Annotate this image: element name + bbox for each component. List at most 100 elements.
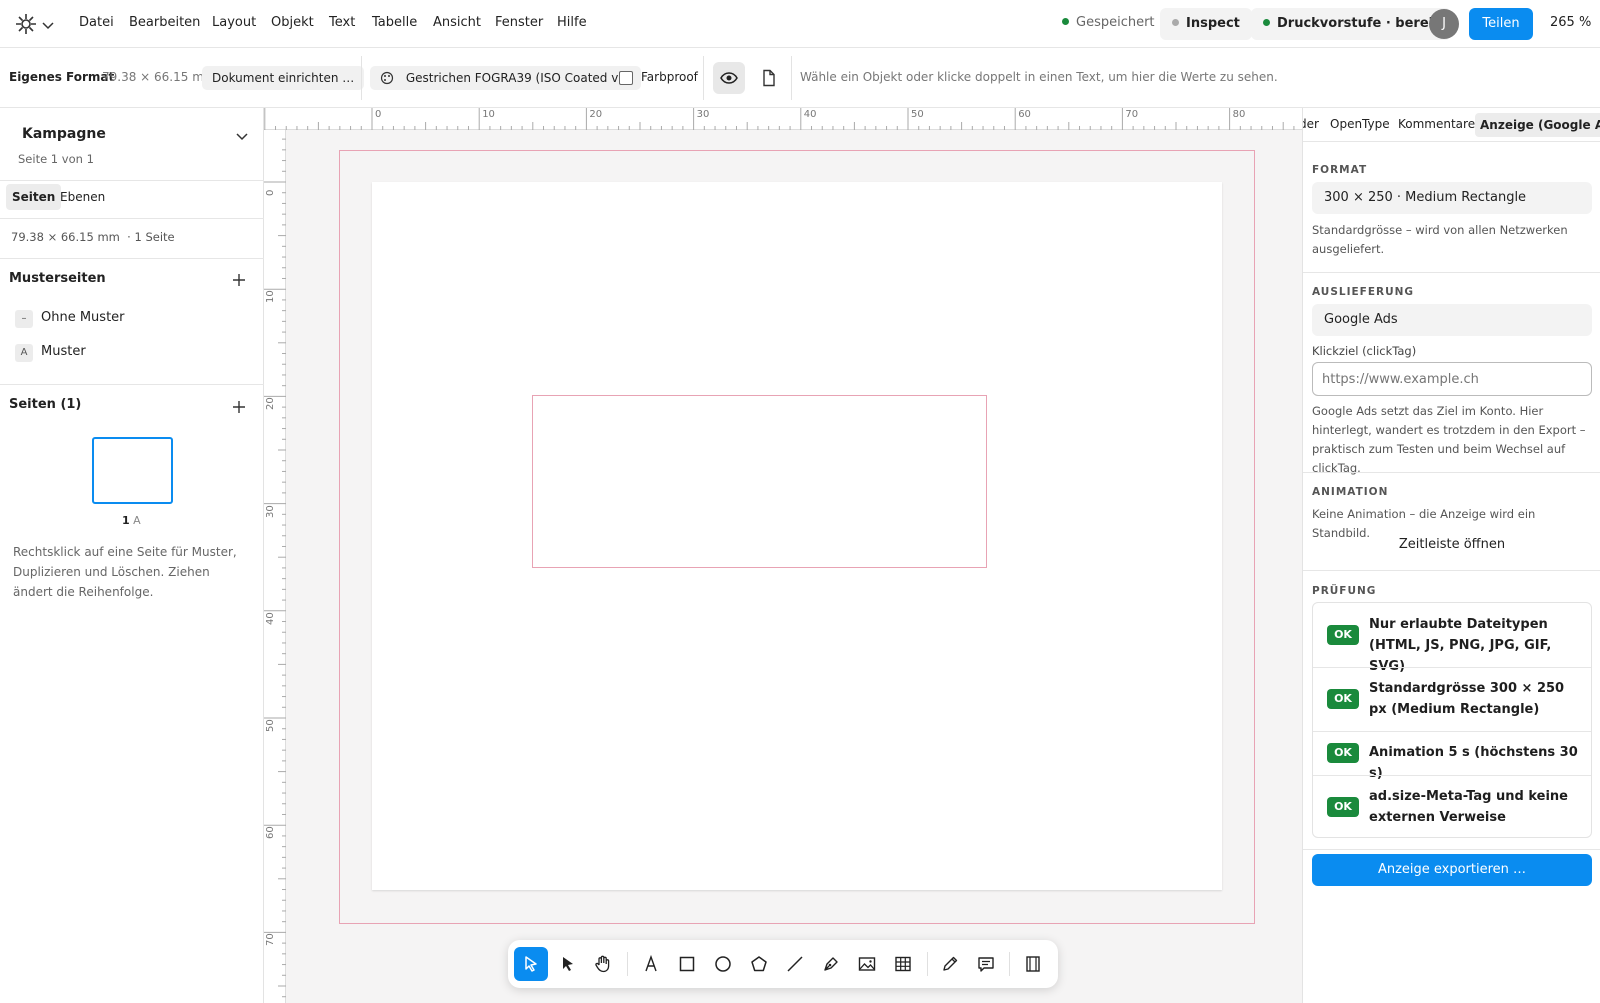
menu-tabelle[interactable]: Tabelle bbox=[372, 15, 417, 30]
tool-image[interactable] bbox=[850, 947, 884, 981]
tab-google-ads[interactable]: Anzeige (Google Ads) bbox=[1475, 113, 1600, 137]
empty-frame[interactable] bbox=[532, 395, 987, 568]
horizontal-ruler[interactable]: 0 10 20 30 40 50 60 70 80 bbox=[264, 108, 1302, 130]
tool-pen[interactable] bbox=[814, 947, 848, 981]
divider bbox=[0, 180, 264, 181]
share-button[interactable]: Teilen bbox=[1469, 8, 1533, 40]
right-panel: der OpenType Kommentare Anzeige (Google … bbox=[1302, 108, 1600, 1003]
tool-table[interactable] bbox=[886, 947, 920, 981]
tab-der[interactable]: der bbox=[1303, 117, 1319, 131]
dock-divider bbox=[927, 952, 928, 976]
color-profile-button[interactable]: Gestrichen FOGRA39 (ISO Coated v2) bbox=[370, 66, 641, 90]
ruler-label: 0 bbox=[265, 189, 276, 196]
add-master-plus-icon[interactable] bbox=[231, 272, 247, 288]
tool-frame[interactable] bbox=[1016, 947, 1050, 981]
pages-title: Seiten (1) bbox=[9, 397, 82, 412]
delivery-select[interactable]: Google Ads bbox=[1312, 304, 1592, 336]
ok-badge: OK bbox=[1327, 625, 1359, 645]
tool-hand[interactable] bbox=[586, 947, 620, 981]
preview-eye-button[interactable] bbox=[713, 62, 745, 94]
check-item: OK Standardgrösse 300 × 250 px (Medium R… bbox=[1313, 667, 1591, 731]
page-thumbnail[interactable] bbox=[92, 437, 173, 504]
menu-ansicht[interactable]: Ansicht bbox=[433, 15, 481, 30]
tool-line[interactable] bbox=[778, 947, 812, 981]
ruler-label: 0 bbox=[375, 109, 382, 120]
toolbar-divider bbox=[791, 56, 792, 100]
pencil-icon bbox=[943, 956, 958, 971]
ruler-label: 70 bbox=[1125, 109, 1139, 120]
ruler-label: 10 bbox=[482, 109, 495, 120]
tab-layers[interactable]: Ebenen bbox=[60, 184, 105, 210]
app-logo-icon[interactable] bbox=[14, 12, 38, 36]
ruler-label: 20 bbox=[265, 397, 276, 411]
menu-layout[interactable]: Layout bbox=[212, 15, 256, 30]
menu-objekt[interactable]: Objekt bbox=[271, 15, 314, 30]
project-title[interactable]: Kampagne bbox=[22, 126, 106, 142]
clicktag-input[interactable] bbox=[1312, 362, 1592, 396]
tool-select[interactable] bbox=[514, 947, 548, 981]
inspect-button[interactable]: Inspect bbox=[1160, 8, 1252, 40]
ruler-label: 60 bbox=[265, 826, 276, 840]
tool-polygon[interactable] bbox=[742, 947, 776, 981]
tool-comment[interactable] bbox=[969, 947, 1003, 981]
chevron-down-icon[interactable] bbox=[41, 17, 55, 31]
vertical-ruler[interactable]: 0 10 20 30 40 50 60 70 bbox=[264, 130, 286, 1003]
check-text: ad.size-Meta-Tag und keine externen Verw… bbox=[1369, 789, 1568, 825]
tab-pages[interactable]: Seiten bbox=[6, 184, 62, 210]
format-select[interactable]: 300 × 250 · Medium Rectangle bbox=[1312, 182, 1592, 214]
ok-badge: OK bbox=[1327, 743, 1359, 763]
document-setup-button[interactable]: Dokument einrichten … bbox=[202, 66, 365, 90]
control-toolbar: Eigenes Format 79.38 × 66.15 mm Dokument… bbox=[0, 48, 1600, 108]
delivery-heading: AUSLIEFERUNG bbox=[1312, 286, 1415, 298]
ok-badge: OK bbox=[1327, 797, 1359, 817]
master-item-none[interactable]: – Ohne Muster bbox=[14, 306, 244, 332]
ruler-label: 70 bbox=[265, 933, 276, 947]
table-icon bbox=[895, 956, 911, 972]
tab-opentype[interactable]: OpenType bbox=[1330, 117, 1390, 131]
document-meta: 79.38 × 66.15 mm · 1 Seite bbox=[11, 230, 175, 244]
add-page-plus-icon[interactable] bbox=[231, 399, 247, 415]
export-ad-button[interactable]: Anzeige exportieren … bbox=[1312, 854, 1592, 886]
canvas-area[interactable]: 0 10 20 30 40 50 60 70 80 0 10 20 30 40 50 60 70 bbox=[264, 108, 1302, 1003]
rectangle-icon bbox=[679, 956, 695, 972]
master-item-a[interactable]: A Muster bbox=[14, 340, 244, 366]
tool-rectangle[interactable] bbox=[670, 947, 704, 981]
zoom-level[interactable]: 265 % bbox=[1550, 15, 1591, 30]
menu-text[interactable]: Text bbox=[329, 15, 355, 30]
page-thumbnail-label: 1 A bbox=[122, 514, 141, 527]
divider bbox=[1303, 472, 1600, 473]
polygon-icon bbox=[751, 956, 767, 972]
project-chevron-down-icon[interactable] bbox=[235, 128, 249, 142]
horizontal-ruler-ticks bbox=[264, 108, 1295, 130]
avatar[interactable]: J bbox=[1429, 9, 1459, 39]
menu-datei[interactable]: Datei bbox=[79, 15, 114, 30]
pages-help-text: Rechtsklick auf eine Seite für Muster, D… bbox=[13, 545, 237, 599]
tool-ellipse[interactable] bbox=[706, 947, 740, 981]
master-label: Muster bbox=[41, 344, 86, 359]
menu-fenster[interactable]: Fenster bbox=[495, 15, 543, 30]
left-panel: Kampagne Seite 1 von 1 Seiten Ebenen 79.… bbox=[0, 108, 264, 1003]
tool-text[interactable] bbox=[634, 947, 668, 981]
menu-bearbeiten[interactable]: Bearbeiten bbox=[129, 15, 200, 30]
open-timeline-button[interactable]: Zeitleiste öffnen bbox=[1312, 532, 1592, 558]
page-number: 1 bbox=[122, 514, 130, 527]
ok-badge: OK bbox=[1327, 689, 1359, 709]
document-icon bbox=[763, 69, 775, 87]
format-size: 79.38 × 66.15 mm bbox=[102, 70, 216, 84]
proof-checkbox[interactable] bbox=[619, 71, 633, 85]
master-label: Ohne Muster bbox=[41, 310, 125, 325]
page-view-button[interactable] bbox=[758, 66, 780, 90]
ruler-label: 30 bbox=[696, 109, 710, 120]
image-icon bbox=[858, 957, 876, 971]
check-text: Standardgrösse 300 × 250 px (Medium Rect… bbox=[1369, 681, 1565, 717]
ruler-label: 40 bbox=[803, 109, 817, 120]
eye-icon bbox=[720, 72, 738, 84]
preflight-button[interactable]: Druckvorstufe · bereit bbox=[1251, 8, 1452, 40]
check-item: OK Animation 5 s (höchstens 30 s) bbox=[1313, 731, 1591, 781]
tool-direct-select[interactable] bbox=[551, 947, 585, 981]
tab-comments[interactable]: Kommentare bbox=[1398, 117, 1475, 131]
menu-hilfe[interactable]: Hilfe bbox=[557, 15, 587, 30]
tool-pencil[interactable] bbox=[933, 947, 967, 981]
clicktag-label: Klickziel (clickTag) bbox=[1312, 344, 1417, 358]
master-badge: – bbox=[15, 310, 33, 328]
